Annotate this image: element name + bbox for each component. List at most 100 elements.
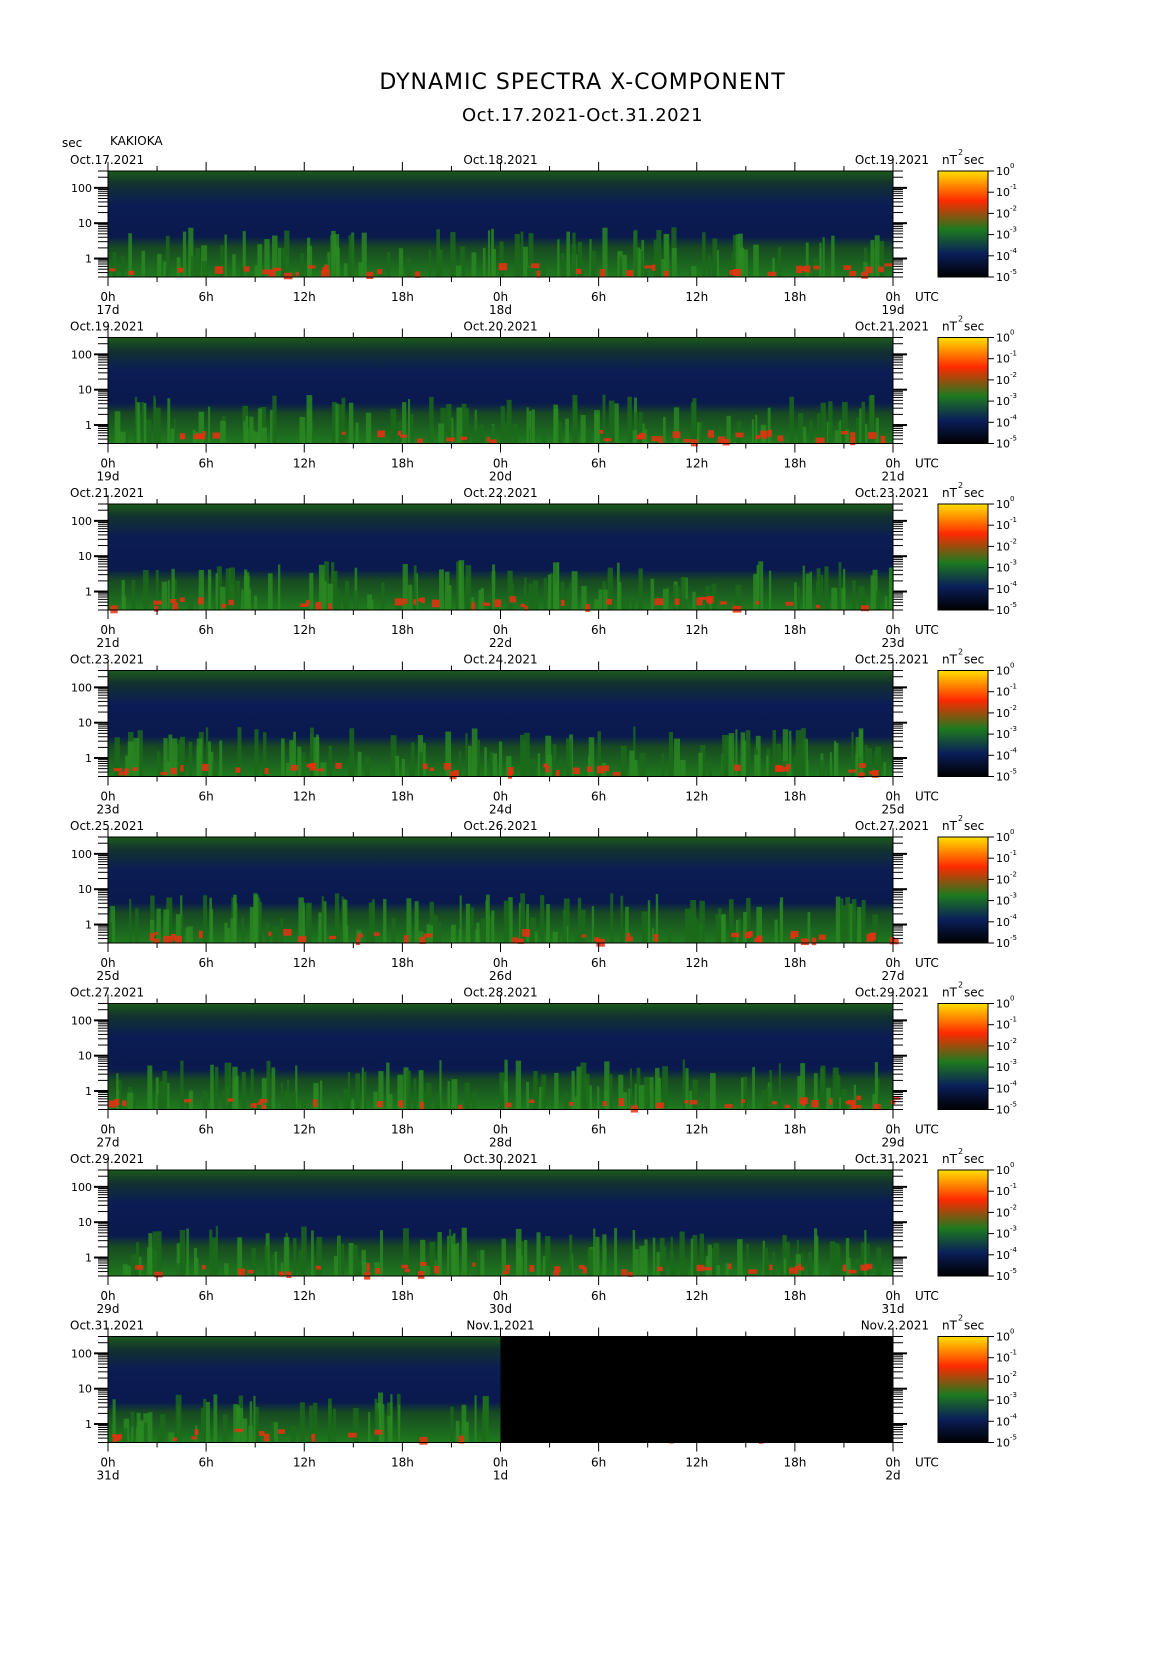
spectrum-texture	[779, 897, 784, 943]
spectrum-panel	[94, 994, 994, 1119]
spectrum-texture	[484, 747, 487, 777]
spectrum-texture	[743, 912, 747, 943]
spectrum-texture	[386, 1062, 390, 1110]
spectrum-texture	[153, 395, 156, 444]
spectrum-texture	[131, 579, 136, 610]
x-tick-label: 12h	[685, 1289, 708, 1303]
day-label: 26d	[489, 969, 512, 983]
panel-mid-date: Oct.22.2021	[463, 486, 537, 500]
spectrum-texture	[132, 767, 138, 771]
spectrum-texture	[338, 404, 345, 444]
spectrum-texture	[602, 1234, 607, 1276]
spectrum-texture	[802, 565, 805, 610]
spectrum-texture	[271, 1254, 275, 1276]
spectrum-texture	[290, 1091, 297, 1110]
spectrum-texture	[290, 764, 298, 771]
panel-end-date: Oct.21.2021	[855, 320, 929, 334]
spectrum-texture	[625, 270, 634, 277]
colorbar-tick-label: 10	[996, 438, 1010, 451]
spectrum-texture	[838, 562, 842, 610]
spectrum-texture	[639, 1245, 646, 1276]
spectrum-texture	[208, 741, 212, 777]
spectrum-texture	[610, 1074, 613, 1110]
colorbar-tick-exponent: -4	[1010, 1079, 1018, 1087]
y-tick-label: 100	[71, 348, 92, 361]
spectrum-texture	[883, 762, 886, 777]
spectrum-texture	[610, 893, 614, 943]
spectrum-texture	[121, 256, 125, 277]
spectrum-texture	[855, 1258, 862, 1276]
day-label: 1d	[493, 1469, 508, 1483]
x-tick-label: 0h	[100, 1289, 115, 1303]
spectrum-panel	[94, 328, 994, 453]
spectrum-texture	[820, 1065, 826, 1110]
spectrum-texture	[146, 419, 152, 444]
spectrum-texture	[157, 253, 162, 277]
spectrum-texture	[235, 580, 241, 610]
spectrum-texture	[429, 249, 432, 277]
x-tick-label: 6h	[199, 290, 214, 304]
spectra-panels: 1101000h 6h 12h 18h 0h 6h 12h 18h 0h UTC17d 18d 19d…	[70, 148, 1018, 1483]
x-tick-label: 18h	[783, 1289, 806, 1303]
spectrum-texture	[762, 1089, 767, 1110]
spectrum-texture	[235, 767, 241, 773]
spectrum-texture	[859, 730, 863, 777]
colorbar-tick-label: 10	[996, 1228, 1010, 1241]
spectrum-texture	[347, 1072, 351, 1110]
colorbar	[937, 1169, 989, 1277]
colorbar-unit-exponent: 2	[958, 648, 963, 657]
spectrum-texture	[154, 605, 159, 612]
spectrum-texture	[201, 1264, 206, 1270]
spectrum-texture	[300, 253, 305, 277]
spectrum-texture	[349, 728, 355, 777]
spectrum-texture	[597, 1086, 600, 1110]
spectrum-texture	[715, 914, 722, 943]
spectrum-texture	[357, 751, 362, 777]
spectrum-texture	[460, 436, 468, 441]
x-tick-label: 18h	[391, 290, 414, 304]
spectrum-texture	[272, 267, 282, 271]
spectrum-texture	[796, 265, 803, 274]
x-tick-label: 6h	[591, 790, 606, 804]
spectrum-texture	[471, 252, 477, 277]
spectrum-texture	[499, 241, 504, 277]
spectrum-texture	[241, 589, 244, 610]
spectrum-texture	[486, 436, 490, 442]
spectrum-texture	[690, 266, 697, 277]
colorbar	[937, 670, 989, 777]
spectrum-texture	[524, 1239, 528, 1276]
colorbar-tick-exponent: -2	[1010, 1370, 1017, 1378]
spectrum-texture	[357, 933, 364, 938]
spectrum-texture	[554, 1072, 559, 1110]
spectrum-texture	[351, 1099, 355, 1110]
spectrum-texture	[328, 1404, 332, 1443]
spectrum-texture	[185, 927, 189, 943]
spectrum-texture	[692, 591, 696, 610]
spectrum-panel	[94, 828, 994, 952]
spectrum-texture	[668, 929, 672, 943]
spectrum-texture	[875, 591, 881, 610]
spectrum-texture	[480, 1249, 485, 1276]
spectrum-texture	[500, 1095, 505, 1110]
colorbar-tick-label: 10	[996, 728, 1010, 741]
spectrum-texture	[309, 572, 314, 610]
spectrum-texture	[789, 396, 795, 444]
colorbar-tick-exponent: -1	[1010, 350, 1017, 358]
colorbar-tick-exponent: 0	[1010, 995, 1014, 1003]
colorbar-tick-exponent: -5	[1010, 1267, 1017, 1275]
spectrum-texture	[420, 597, 425, 604]
colorbar-tick-label: 10	[996, 707, 1010, 720]
y-tick-label: 10	[78, 217, 92, 230]
y-tick-label: 10	[78, 1216, 92, 1229]
spectrum-texture	[542, 430, 546, 444]
colorbar-tick-exponent: -4	[1010, 746, 1018, 754]
spectrum-texture	[467, 745, 472, 777]
spectrum-texture	[197, 597, 204, 605]
spectrum-texture	[668, 732, 673, 777]
spectrum-texture	[253, 1395, 256, 1443]
spectrum-texture	[769, 1264, 773, 1271]
spectrum-texture	[129, 898, 132, 943]
spectrum-texture	[202, 431, 206, 436]
colorbar-tick-label: 10	[996, 873, 1010, 886]
spectrum-texture	[587, 1248, 594, 1276]
